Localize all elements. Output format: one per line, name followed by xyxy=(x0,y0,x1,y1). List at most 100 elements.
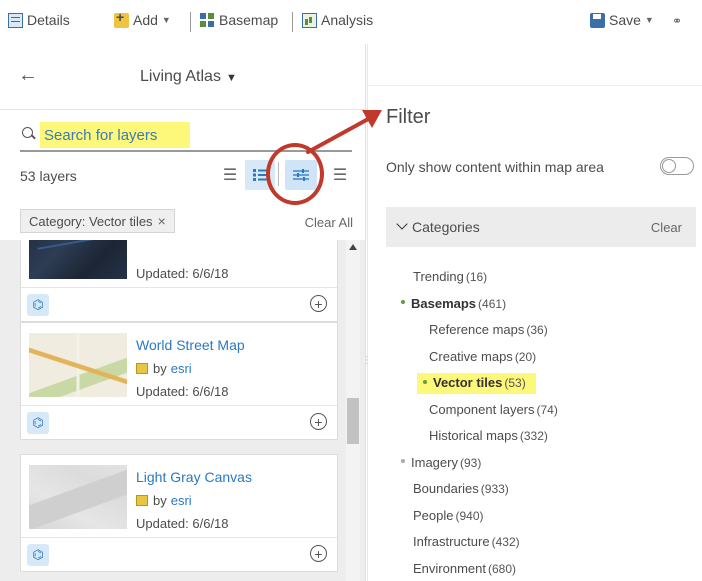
category-item[interactable]: Imagery (93) xyxy=(401,455,481,470)
category-label: People xyxy=(413,507,454,523)
card-updated: Updated: 6/6/18 xyxy=(136,384,229,399)
category-label: Boundaries xyxy=(413,481,479,496)
close-icon[interactable]: × xyxy=(158,213,166,229)
vector-tile-badge-icon: ⌬ xyxy=(27,412,49,434)
category-count: (933) xyxy=(480,482,509,496)
category-count: (332) xyxy=(519,429,548,443)
filter-title: Filter xyxy=(386,106,431,128)
add-layer-icon[interactable]: + xyxy=(310,413,327,430)
add-layer-icon[interactable]: + xyxy=(310,545,327,562)
panel-resize-handle[interactable]: ⋮ xyxy=(362,355,372,375)
map-area-toggle[interactable] xyxy=(660,157,694,175)
category-label: Infrastructure xyxy=(413,534,490,549)
search-input[interactable] xyxy=(40,122,190,148)
results-scrollbar[interactable] xyxy=(346,240,360,581)
bullet-icon xyxy=(401,300,405,305)
category-label: Trending xyxy=(413,269,464,284)
category-item[interactable]: Environment (680) xyxy=(413,561,516,576)
category-item[interactable]: Creative maps (20) xyxy=(429,349,536,364)
annotation-circle xyxy=(266,143,324,205)
selected-category-highlight: Vector tiles (53) xyxy=(417,373,536,394)
category-item[interactable]: Vector tiles (53) xyxy=(417,373,536,394)
chevron-down-icon xyxy=(396,218,408,230)
panel-header: ← Living Atlas ▼ xyxy=(0,44,365,110)
caret-down-icon: ▼ xyxy=(225,72,237,84)
card-owner: by esri xyxy=(136,493,192,508)
category-count: (461) xyxy=(478,296,507,311)
scroll-thumb[interactable] xyxy=(347,398,359,444)
category-count: (680) xyxy=(487,561,516,576)
add-icon xyxy=(114,9,129,28)
card-updated: Updated: 6/6/18 xyxy=(136,516,229,531)
category-item[interactable]: Boundaries (933) xyxy=(413,481,509,496)
category-item[interactable]: Component layers (74) xyxy=(429,402,558,417)
layer-thumbnail xyxy=(29,465,127,529)
top-toolbar: Details Add ▼ Basemap Analysis Save ▼ ⚭ xyxy=(0,0,702,44)
layer-count: 53 layers xyxy=(20,168,77,184)
category-label: Historical maps xyxy=(429,428,518,443)
category-count: (93) xyxy=(459,455,482,470)
card-owner: by esri xyxy=(136,361,192,376)
save-button[interactable]: Save ▼ xyxy=(590,12,654,28)
list-view-icon[interactable]: ☰ xyxy=(215,160,245,190)
filter-panel: Filter Only show content within map area… xyxy=(367,44,702,581)
map-area-label: Only show content within map area xyxy=(386,159,604,175)
vector-tile-badge-icon: ⌬ xyxy=(27,294,49,316)
owner-prefix: by xyxy=(153,361,167,376)
save-icon xyxy=(590,12,605,28)
browse-layers-panel: ← Living Atlas ▼ 53 layers ☰ ☰ Category: … xyxy=(0,44,366,581)
category-label: Basemaps xyxy=(411,295,477,311)
share-link-icon[interactable]: ⚭ xyxy=(672,14,682,28)
categories-title: Categories xyxy=(412,219,480,235)
category-item[interactable]: Reference maps (36) xyxy=(429,322,548,337)
category-item[interactable]: Historical maps (332) xyxy=(429,428,548,443)
toolbar-divider xyxy=(190,12,191,32)
analysis-button[interactable]: Analysis xyxy=(302,12,373,28)
add-button[interactable]: Add ▼ xyxy=(114,9,171,28)
active-filters: Category: Vector tiles × Clear All xyxy=(0,204,365,240)
category-label: Component layers xyxy=(429,401,535,417)
categories-header[interactable]: Categories Clear xyxy=(386,207,696,247)
category-item[interactable]: People (940) xyxy=(413,508,484,523)
category-label: Creative maps xyxy=(429,348,513,364)
chevron-down-icon: ▼ xyxy=(161,15,171,25)
add-layer-icon[interactable]: + xyxy=(310,295,327,312)
category-count: (36) xyxy=(526,323,548,337)
category-count: (20) xyxy=(514,349,537,364)
card-title[interactable]: World Street Map xyxy=(136,337,245,353)
category-item[interactable]: Trending (16) xyxy=(413,269,487,284)
category-item[interactable]: Infrastructure (432) xyxy=(413,534,520,549)
add-label: Add xyxy=(133,12,158,28)
card-title[interactable]: Light Gray Canvas xyxy=(136,469,252,485)
category-count: (16) xyxy=(465,270,488,284)
bullet-icon xyxy=(401,459,405,464)
vector-tile-badge-icon: ⌬ xyxy=(27,544,49,566)
details-button[interactable]: Details xyxy=(8,12,70,28)
layer-card[interactable]: Light Gray Canvas by esri Updated: 6/6/1… xyxy=(20,454,338,572)
toggle-knob xyxy=(662,159,676,173)
save-label: Save xyxy=(609,12,641,28)
card-updated: Updated: 6/6/18 xyxy=(136,266,229,281)
toolbar-divider xyxy=(292,12,293,32)
search-icon xyxy=(22,127,33,138)
category-count: (53) xyxy=(504,376,526,390)
clear-all-link[interactable]: Clear All xyxy=(305,215,353,230)
back-arrow-icon[interactable]: ← xyxy=(18,64,38,87)
categories-clear-link[interactable]: Clear xyxy=(651,220,682,235)
category-label: Reference maps xyxy=(429,322,525,337)
results-list: Updated: 6/6/18 ⌬ + World Street Map by … xyxy=(0,240,365,581)
category-item[interactable]: Basemaps (461) xyxy=(401,296,506,311)
scroll-up-icon[interactable] xyxy=(349,244,357,250)
layer-card[interactable]: World Street Map by esri Updated: 6/6/18… xyxy=(20,322,338,440)
owner-icon xyxy=(136,495,148,506)
basemap-button[interactable]: Basemap xyxy=(200,12,278,28)
layer-card[interactable]: Updated: 6/6/18 ⌬ + xyxy=(20,240,338,322)
category-label: Imagery xyxy=(411,454,458,470)
sort-icon[interactable]: ☰ xyxy=(325,160,355,190)
owner-link[interactable]: esri xyxy=(171,361,192,376)
source-dropdown[interactable]: Living Atlas ▼ xyxy=(140,68,237,86)
category-filter-chip[interactable]: Category: Vector tiles × xyxy=(20,209,175,233)
details-label: Details xyxy=(27,12,70,28)
owner-link[interactable]: esri xyxy=(171,493,192,508)
category-count: (940) xyxy=(455,508,484,523)
